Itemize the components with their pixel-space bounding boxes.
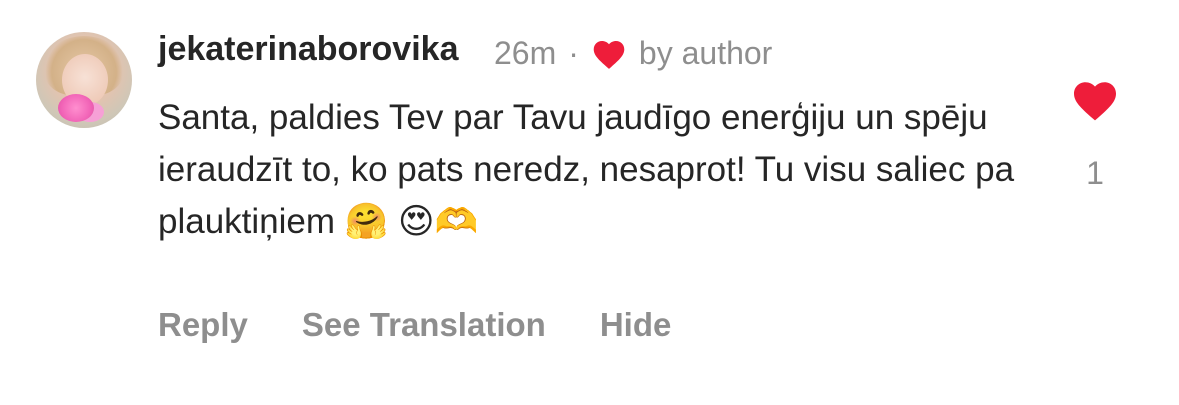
comment-actions: Reply See Translation Hide [158, 306, 671, 344]
avatar[interactable] [36, 32, 132, 128]
meta-separator: · [568, 35, 579, 71]
comment-timestamp: 26m [494, 35, 557, 71]
author-heart-icon [591, 38, 627, 70]
avatar-pink-object [58, 94, 94, 122]
comment-username[interactable]: jekaterinaborovika [158, 30, 458, 69]
like-heart-icon[interactable] [1071, 78, 1119, 122]
comment-meta: 26m · by author [494, 35, 772, 72]
like-count: 1 [1086, 155, 1104, 191]
reply-button[interactable]: Reply [158, 306, 248, 344]
comment-text: Santa, paldies Tev par Tavu jaudīgo ener… [158, 98, 1015, 241]
liked-by-author-label: by author [638, 35, 773, 71]
see-translation-button[interactable]: See Translation [302, 306, 546, 344]
comment-body: Santa, paldies Tev par Tavu jaudīgo ener… [158, 92, 1028, 248]
hide-button[interactable]: Hide [600, 306, 672, 344]
